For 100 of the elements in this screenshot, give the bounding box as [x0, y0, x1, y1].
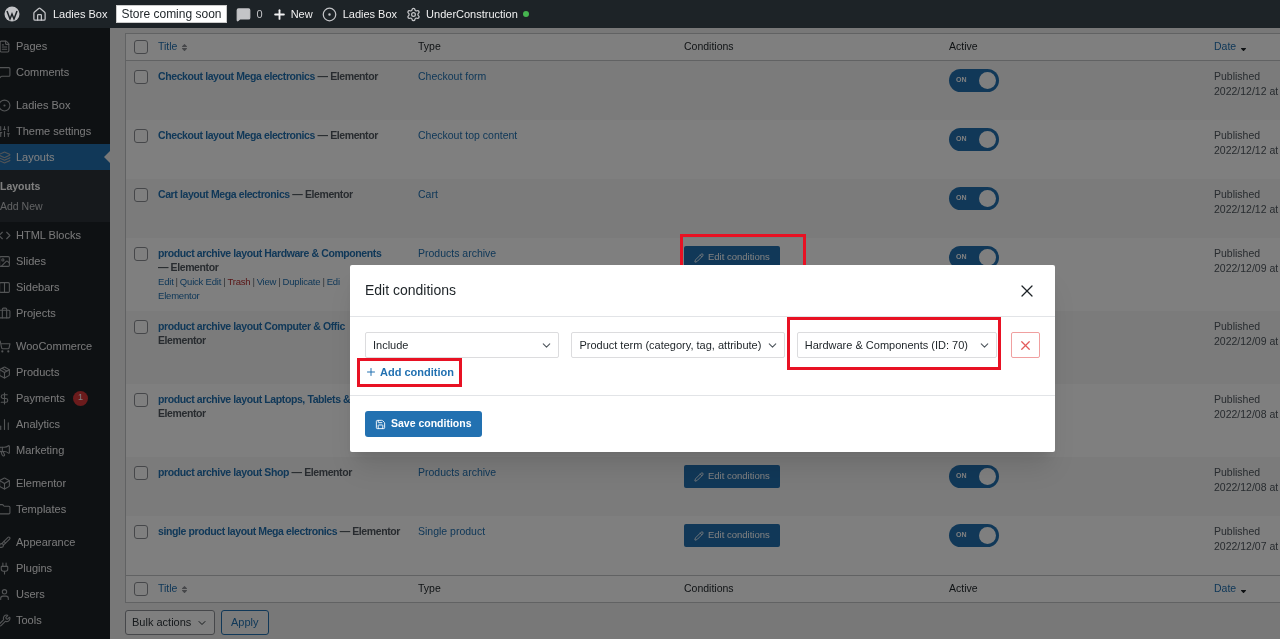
settings-icon: [406, 6, 422, 22]
sidebar-item[interactable]: Layouts: [0, 144, 110, 170]
row-checkbox[interactable]: [134, 70, 148, 84]
column-header[interactable]: Title: [158, 581, 190, 597]
store-status-badge: Store coming soon: [116, 5, 227, 23]
sidebar-item[interactable]: WooCommerce: [0, 333, 110, 359]
sidebar-item[interactable]: Elementor: [0, 470, 110, 496]
column-header: Active: [949, 581, 978, 597]
sidebar-item[interactable]: Analytics: [0, 411, 110, 437]
add-condition-link[interactable]: Add condition: [365, 364, 454, 380]
row-checkbox[interactable]: [134, 525, 148, 539]
row-action-link[interactable]: Duplicate: [282, 275, 321, 289]
sidebar-item[interactable]: Tools: [0, 607, 110, 633]
menu-icon: [0, 535, 11, 549]
apply-button[interactable]: Apply: [221, 610, 269, 635]
column-header[interactable]: Date: [1214, 39, 1249, 55]
layout-title-link[interactable]: Checkout layout Mega electronics: [158, 70, 315, 82]
condition-select[interactable]: Product term (category, tag, attribute): [571, 332, 785, 358]
wordpress-logo-icon[interactable]: [4, 6, 20, 22]
row-action-link[interactable]: Trash: [227, 275, 251, 289]
sidebar-item[interactable]: Theme settings: [0, 118, 110, 144]
submenu-item[interactable]: Add New: [0, 196, 110, 216]
site-link[interactable]: Ladies Box: [32, 5, 108, 23]
post-status: Published: [1214, 69, 1262, 84]
comments-link[interactable]: 0: [235, 5, 263, 23]
submenu-item[interactable]: Layouts: [0, 176, 110, 196]
edit-conditions-button[interactable]: Edit conditions: [684, 465, 780, 488]
pencil-icon: [694, 471, 704, 482]
row-checkbox[interactable]: [134, 320, 148, 334]
column-header[interactable]: Title: [158, 39, 190, 55]
menu-icon: [0, 254, 11, 268]
menu-icon: [0, 476, 11, 490]
layout-type-link[interactable]: Single product: [418, 525, 486, 537]
layout-title-link[interactable]: product archive layout Computer & Offic: [158, 320, 345, 332]
row-action-link[interactable]: Quick Edit: [179, 275, 222, 289]
condition-select[interactable]: Hardware & Components (ID: 70): [796, 332, 998, 358]
sidebar-item[interactable]: Appearance: [0, 529, 110, 555]
sidebar-item[interactable]: Pages: [0, 33, 110, 59]
layout-type-link[interactable]: Checkout top content: [418, 129, 518, 141]
row-checkbox[interactable]: [134, 582, 148, 596]
sort-icon: [180, 584, 190, 594]
row-checkbox[interactable]: [134, 188, 148, 202]
layout-title-link[interactable]: product archive layout Laptops, Tablets &: [158, 393, 351, 405]
column-header[interactable]: Date: [1214, 581, 1249, 597]
sidebar-item[interactable]: Products: [0, 359, 110, 385]
sidebar-item[interactable]: Ladies Box: [0, 92, 110, 118]
sort-icon: [180, 42, 190, 52]
sidebar-item[interactable]: Payments 1: [0, 385, 110, 411]
theme-link[interactable]: Ladies Box: [321, 5, 398, 23]
condition-select[interactable]: Include: [365, 332, 560, 358]
post-date: 2022/12/08 at: [1214, 407, 1280, 422]
layout-type-link[interactable]: Products archive: [418, 247, 497, 259]
post-date: 2022/12/07 at: [1214, 539, 1280, 554]
bulk-actions-select[interactable]: Bulk actions: [125, 610, 215, 635]
post-date: 2022/12/12 at: [1214, 143, 1280, 158]
row-checkbox[interactable]: [134, 247, 148, 261]
action-separator: |: [322, 275, 325, 289]
sidebar-item[interactable]: Users: [0, 581, 110, 607]
theme-icon: [321, 6, 337, 22]
menu-icon: [0, 150, 11, 164]
sidebar-item[interactable]: Projects: [0, 300, 110, 326]
post-state: — Elementor: [317, 129, 378, 141]
post-state: Elementor: [158, 333, 206, 347]
post-status: Published: [1214, 187, 1262, 202]
sidebar-item[interactable]: Comments: [0, 59, 110, 85]
layout-title-link[interactable]: product archive layout Hardware & Components: [158, 247, 382, 259]
menu-icon: [0, 98, 11, 112]
row-action-link[interactable]: View: [256, 275, 277, 289]
layout-title-link[interactable]: Checkout layout Mega electronics: [158, 129, 315, 141]
sidebar-item[interactable]: Slides: [0, 248, 110, 274]
layout-type-link[interactable]: Cart: [418, 188, 438, 200]
layout-title-link[interactable]: single product layout Mega electronics: [158, 525, 338, 537]
sidebar-item[interactable]: Marketing: [0, 437, 110, 463]
layout-title-link[interactable]: Cart layout Mega electronics: [158, 188, 290, 200]
row-checkbox[interactable]: [134, 129, 148, 143]
sidebar-item[interactable]: HTML Blocks: [0, 222, 110, 248]
row-action-link[interactable]: Edi: [326, 275, 340, 289]
row-checkbox[interactable]: [134, 393, 148, 407]
row-checkbox[interactable]: [134, 466, 148, 480]
post-state: — Elementor: [317, 70, 378, 82]
plugin-link[interactable]: UnderConstruction: [406, 5, 529, 23]
sidebar-item[interactable]: Plugins: [0, 555, 110, 581]
plus-icon: [271, 6, 287, 22]
menu-icon: [0, 417, 11, 431]
column-header: Active: [949, 39, 978, 55]
edit-conditions-button[interactable]: Edit conditions: [684, 524, 780, 547]
remove-condition-button[interactable]: [1011, 332, 1040, 358]
layout-title-link[interactable]: product archive layout Shop: [158, 466, 289, 478]
menu-icon: [0, 124, 11, 138]
row-action-link[interactable]: Elementor: [158, 289, 200, 303]
layout-type-link[interactable]: Checkout form: [418, 70, 487, 82]
row-action-link[interactable]: Edit: [158, 275, 174, 289]
toggle-knob: [979, 190, 996, 207]
sidebar-item[interactable]: Sidebars: [0, 274, 110, 300]
pencil-icon: [694, 530, 704, 541]
sidebar-item[interactable]: Templates: [0, 496, 110, 522]
row-checkbox[interactable]: [134, 40, 148, 54]
new-link[interactable]: New: [271, 5, 313, 23]
save-conditions-button[interactable]: Save conditions: [365, 411, 482, 437]
layout-type-link[interactable]: Products archive: [418, 466, 497, 478]
